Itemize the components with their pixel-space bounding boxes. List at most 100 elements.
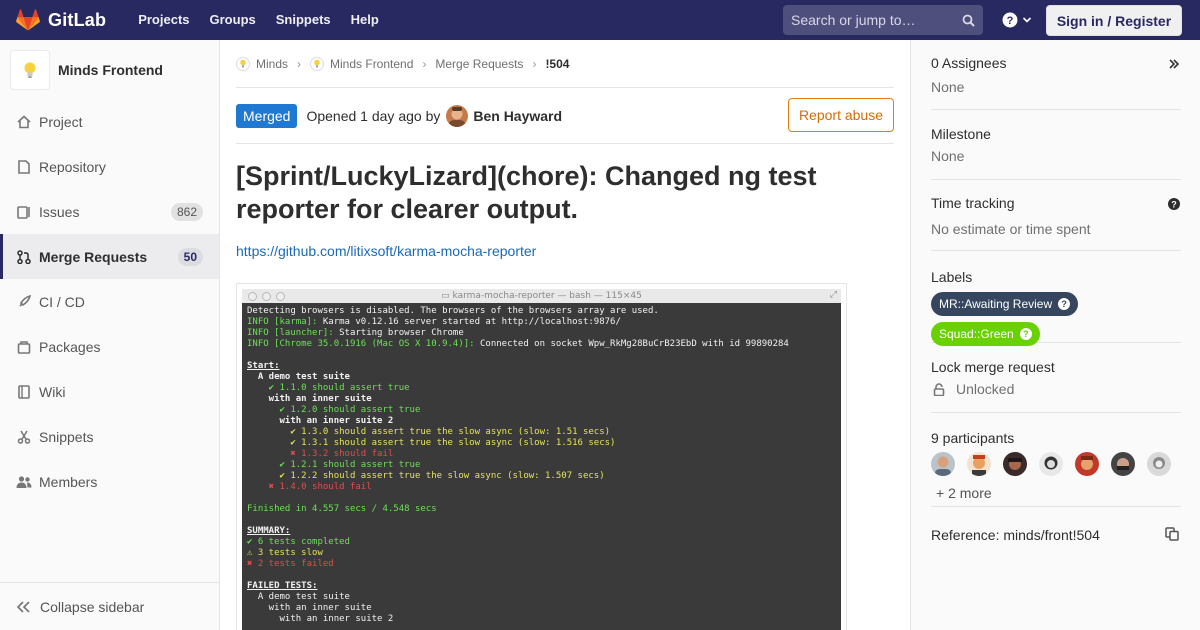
users-icon [16,474,32,490]
participant-avatar[interactable] [1111,452,1135,476]
reference-text: Reference: minds/front!504 [931,527,1100,543]
report-abuse-button[interactable]: Report abuse [787,98,894,132]
collapse-sidebar-button[interactable]: Collapse sidebar [0,582,219,630]
nav-help[interactable]: Help [341,0,389,40]
help-dropdown[interactable]: ? [1002,12,1032,28]
book-icon [16,384,32,400]
lock-title: Lock merge request [931,359,1055,375]
project-name: Minds Frontend [58,62,163,78]
collapse-sidebar-label: Collapse sidebar [40,598,145,615]
nav-snippets[interactable]: Snippets [266,0,341,40]
participant-avatar[interactable] [1039,452,1063,476]
author-avatar[interactable] [446,104,469,127]
search-input[interactable] [791,12,951,28]
participant-avatar[interactable] [1075,452,1099,476]
terminal-line: ✔ 1.1.0 should assert true [247,383,410,393]
home-icon [16,114,32,130]
sidebar-item-label: Project [39,113,83,130]
top-navbar: GitLab Projects Groups Snippets Help ? S… [0,0,1200,40]
right-sidebar: 0 Assignees None Milestone None Time tra… [910,40,1200,630]
terminal-line: ⚠ 3 tests slow [247,548,323,558]
terminal-output: Detecting browsers is disabled. The brow… [242,303,841,630]
chevron-right-icon: › [422,56,427,71]
milestone-title: Milestone [931,126,991,142]
participants-block: 9 participants + 2 more [931,413,1181,507]
chevron-right-icon: › [532,56,537,71]
merge-request-icon [16,249,32,265]
help-circle-icon[interactable]: ? [1168,197,1180,213]
doc-icon [16,159,32,175]
terminal-line: ✔ 1.2.2 should assert true the slow asyn… [247,471,605,481]
issues-icon [16,204,32,220]
sidebar-item-issues[interactable]: Issues 862 [0,189,219,234]
participant-avatar[interactable] [1147,452,1171,476]
merge-requests-count-badge: 50 [177,247,203,266]
sidebar-item-label: Packages [39,338,101,355]
issues-count-badge: 862 [170,202,203,221]
left-sidebar: Minds Frontend Project Repository Issues… [0,40,220,630]
sidebar-item-merge-requests[interactable]: Merge Requests 50 [0,234,219,279]
double-chevron-right-icon[interactable] [1169,56,1180,72]
sidebar-item-members[interactable]: Members [0,459,219,504]
search-icon[interactable] [962,14,975,27]
svg-text:?: ? [1007,15,1014,27]
gitlab-logo[interactable]: GitLab [16,0,106,40]
copy-icon[interactable] [1165,527,1179,544]
project-avatar [10,50,50,90]
nav-projects[interactable]: Projects [128,0,199,40]
sign-in-button[interactable]: Sign in / Register [1046,5,1182,36]
status-badge: Merged [236,103,298,128]
participant-avatar[interactable] [1003,452,1027,476]
terminal-titlebar: ▭ karma-mocha-reporter — bash — 115×45 ⤢ [242,289,841,303]
terminal-line: INFO [karma]: Karma v0.12.16 server star… [247,317,621,327]
terminal-line: INFO [Chrome 35.0.1916 (Mac OS X 10.9.4)… [247,339,789,349]
rocket-icon [16,294,32,310]
terminal-line: A demo test suite [247,372,350,382]
sidebar-item-wiki[interactable]: Wiki [0,369,219,414]
svg-text:?: ? [1171,200,1177,210]
sidebar-item-ci-cd[interactable]: CI / CD [0,279,219,324]
project-header[interactable]: Minds Frontend [0,40,219,100]
package-icon [16,339,32,355]
milestone-block: Milestone None [931,110,1181,180]
sidebar-item-label: Issues [39,203,80,220]
sidebar-item-label: Repository [39,158,106,175]
terminal-line: with an inner suite [247,394,372,404]
label-text: MR::Awaiting Review [939,297,1053,311]
more-participants-link[interactable]: + 2 more [936,485,1181,501]
terminal-line: Detecting browsers is disabled. The brow… [247,306,659,316]
terminal-title: ▭ karma-mocha-reporter — bash — 115×45 [242,291,841,301]
assignees-title: 0 Assignees [931,55,1007,71]
double-chevron-left-icon [16,600,30,613]
terminal-title-text: karma-mocha-reporter — bash — 115×45 [452,291,642,301]
sidebar-item-snippets[interactable]: Snippets [0,414,219,459]
question-icon: ? [1019,328,1032,340]
mr-title: [Sprint/LuckyLizard](chore): Changed ng … [236,161,817,224]
participant-avatar[interactable] [967,452,991,476]
label-awaiting-review[interactable]: MR::Awaiting Review ? [931,292,1079,316]
sidebar-item-repository[interactable]: Repository [0,144,219,189]
terminal-line: with an inner suite 2 [247,614,394,624]
chevron-right-icon: › [297,56,302,71]
terminal-line: SUMMARY: [247,526,291,536]
lock-open-icon [933,382,945,396]
terminal-line: with an inner suite 2 [247,416,394,426]
terminal-line: ✔ 1.2.1 should assert true [247,460,421,470]
time-tracking-value: No estimate or time spent [931,221,1091,237]
terminal-screenshot: ▭ karma-mocha-reporter — bash — 115×45 ⤢… [236,283,847,630]
participant-avatar[interactable] [931,452,955,476]
nav-groups[interactable]: Groups [200,0,266,40]
breadcrumb-item-merge-requests[interactable]: Merge Requests [435,57,523,71]
sidebar-item-project[interactable]: Project [0,99,219,144]
assignees-value: None [931,79,965,95]
main-content: Minds › Minds Frontend › Merge Requests … [236,40,894,630]
sidebar-item-packages[interactable]: Packages [0,324,219,369]
breadcrumb-item-current[interactable]: !504 [545,57,569,71]
description-link[interactable]: https://github.com/litixsoft/karma-mocha… [236,243,894,259]
labels-title: Labels [931,269,973,285]
breadcrumb-item-minds[interactable]: Minds [236,56,288,71]
author-name[interactable]: Ben Hayward [473,108,562,124]
breadcrumb-item-project[interactable]: Minds Frontend [310,56,413,71]
